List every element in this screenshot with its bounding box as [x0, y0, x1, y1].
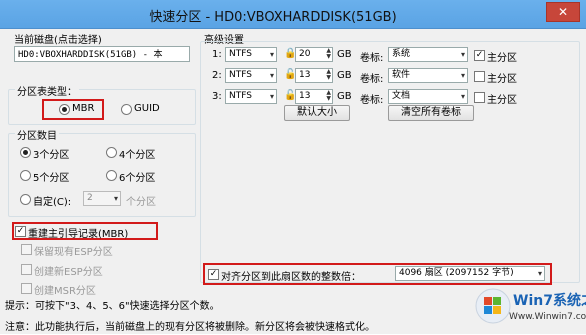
filesystem-select[interactable]: NTFS ▾ — [225, 68, 277, 83]
volume-label-value: 文档 — [392, 91, 411, 101]
volume-label-value: 系统 — [392, 49, 411, 59]
warning-text: 注意：此功能执行后，当前磁盘上的现有分区将被删除。新分区将会被快速格式化。 — [5, 322, 375, 333]
watermark-brand: Win7系统之家 — [513, 293, 586, 309]
filesystem-select[interactable]: NTFS ▾ — [225, 89, 277, 104]
chevron-down-icon: ▾ — [113, 194, 118, 203]
primary-checkbox[interactable] — [474, 71, 485, 82]
spinner-icon: ▲ ▼ — [326, 68, 331, 81]
default-size-button[interactable]: 默认大小 — [284, 105, 350, 121]
count-5-label: 5个分区 — [33, 173, 70, 184]
chevron-down-icon: ▾ — [269, 92, 274, 101]
align-select[interactable]: 4096 扇区 (2097152 字节) ▾ — [395, 266, 545, 281]
volume-label-select[interactable]: 软件 ▾ — [388, 68, 468, 83]
count-6-radio[interactable] — [106, 170, 117, 181]
guid-label: GUID — [134, 103, 160, 114]
disk-select[interactable]: HD0:VBOXHARDDISK(51GB) - 本 — [14, 46, 190, 62]
size-unit: GB — [337, 49, 352, 60]
chevron-down-icon: ▾ — [537, 269, 542, 278]
volume-label-caption: 卷标: — [360, 95, 384, 106]
custom-count-select[interactable]: 2 ▾ — [83, 191, 121, 206]
keep-esp-label: 保留现有ESP分区 — [34, 247, 113, 258]
lock-icon[interactable]: 🔒 — [284, 48, 296, 60]
count-custom-label: 自定(C): — [33, 197, 72, 208]
primary-checkbox[interactable]: ✓ — [474, 50, 485, 61]
chevron-down-icon: ▾ — [269, 50, 274, 59]
size-input[interactable]: 20 ▲ ▼ — [295, 47, 333, 62]
create-msr-label: 创建MSR分区 — [34, 286, 96, 297]
chevron-down-icon: ▾ — [269, 71, 274, 80]
count-3-label: 3个分区 — [33, 150, 70, 161]
filesystem-value: NTFS — [229, 91, 252, 101]
create-esp-label: 创建新ESP分区 — [34, 267, 103, 278]
clear-labels-button[interactable]: 清空所有卷标 — [388, 105, 474, 121]
primary-label: 主分区 — [487, 95, 517, 106]
count-3-radio[interactable] — [20, 147, 31, 158]
create-msr-checkbox[interactable] — [21, 283, 32, 294]
spinner-icon: ▲ ▼ — [326, 89, 331, 102]
spinner-icon: ▲ ▼ — [326, 47, 331, 60]
chevron-down-icon: ▾ — [460, 50, 465, 59]
count-custom-radio[interactable] — [20, 194, 31, 205]
row-index: 3: — [212, 91, 222, 102]
filesystem-value: NTFS — [229, 49, 252, 59]
count-4-radio[interactable] — [106, 147, 117, 158]
partition-count-label: 分区数目 — [15, 127, 59, 142]
size-value: 13 — [299, 70, 311, 80]
row-index: 2: — [212, 70, 222, 81]
keep-esp-checkbox[interactable] — [21, 244, 32, 255]
volume-label-select[interactable]: 文档 ▾ — [388, 89, 468, 104]
size-unit: GB — [337, 70, 352, 81]
size-input[interactable]: 13 ▲ ▼ — [295, 68, 333, 83]
size-unit: GB — [337, 91, 352, 102]
create-esp-checkbox[interactable] — [21, 264, 32, 275]
watermark: Win7系统之家 Www.Winwin7.com — [473, 284, 586, 332]
mbr-radio[interactable] — [59, 104, 70, 115]
primary-checkbox[interactable] — [474, 92, 485, 103]
partition-type-label: 分区表类型： — [15, 83, 79, 98]
filesystem-value: NTFS — [229, 70, 252, 80]
custom-count-value: 2 — [87, 193, 93, 203]
guid-radio[interactable] — [121, 104, 132, 115]
lock-icon[interactable]: 🔓 — [284, 69, 296, 81]
mbr-label: MBR — [72, 103, 95, 114]
primary-label: 主分区 — [487, 53, 517, 64]
size-input[interactable]: 13 ▲ ▼ — [295, 89, 333, 104]
volume-label-caption: 卷标: — [360, 53, 384, 64]
size-value: 20 — [299, 49, 311, 59]
count-6-label: 6个分区 — [119, 173, 156, 184]
count-5-radio[interactable] — [20, 170, 31, 181]
custom-count-suffix: 个分区 — [126, 197, 156, 208]
lock-icon[interactable]: 🔓 — [284, 90, 296, 102]
window-title: 快速分区 - HD0:VBOXHARDDISK(51GB) — [149, 10, 397, 25]
chevron-down-icon: ▾ — [460, 71, 465, 80]
align-value: 4096 扇区 (2097152 字节) — [399, 268, 514, 278]
volume-label-select[interactable]: 系统 ▾ — [388, 47, 468, 62]
chevron-down-icon: ▾ — [460, 92, 465, 101]
count-4-label: 4个分区 — [119, 150, 156, 161]
disk-label: 当前磁盘(点击选择) — [14, 35, 102, 46]
rebuild-mbr-label: 重建主引导记录(MBR) — [28, 229, 129, 240]
align-checkbox[interactable]: ✓ — [208, 269, 219, 280]
align-label: 对齐分区到此扇区数的整数倍： — [221, 272, 361, 283]
row-index: 1: — [212, 49, 222, 60]
primary-label: 主分区 — [487, 74, 517, 85]
volume-label-value: 软件 — [392, 70, 411, 80]
volume-label-caption: 卷标: — [360, 74, 384, 85]
size-value: 13 — [299, 91, 311, 101]
close-icon[interactable]: ✕ — [546, 2, 580, 22]
watermark-url: Www.Winwin7.com — [509, 312, 586, 322]
rebuild-mbr-checkbox[interactable]: ✓ — [15, 226, 26, 237]
hint-text: 提示：可按下"3、4、5、6"快速选择分区个数。 — [5, 301, 220, 312]
title-bar: 快速分区 - HD0:VBOXHARDDISK(51GB) ✕ — [0, 0, 586, 29]
filesystem-select[interactable]: NTFS ▾ — [225, 47, 277, 62]
